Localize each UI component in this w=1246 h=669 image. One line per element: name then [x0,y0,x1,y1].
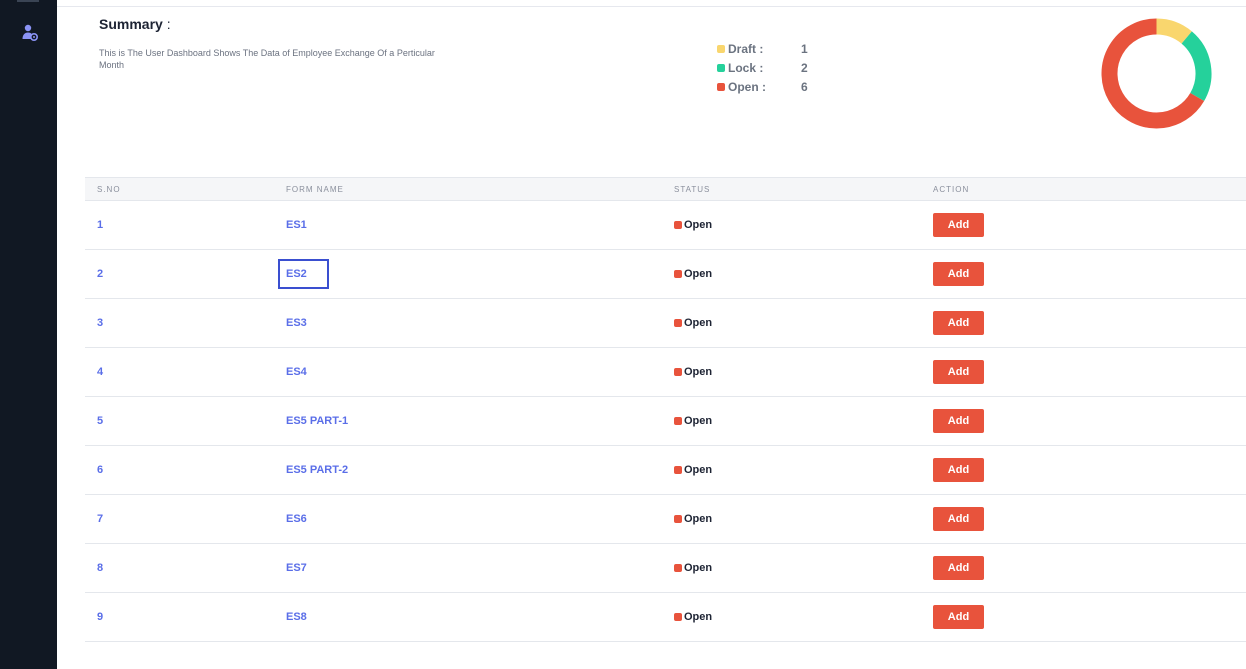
legend-value: 2 [801,60,808,75]
table-row: 9 ES8 Open Add [85,593,1246,642]
legend-item-lock: Lock : 2 [717,58,808,77]
table-row: 8 ES7 Open Add [85,544,1246,593]
form-name-link[interactable]: ES3 [286,317,307,329]
form-name-link[interactable]: ES7 [286,562,307,574]
status-text: Open [684,415,713,427]
add-button[interactable]: Add [933,213,984,237]
summary-description: This is The User Dashboard Shows The Dat… [99,48,435,70]
add-button[interactable]: Add [933,556,984,580]
open-status-icon [674,270,682,278]
open-status-icon [674,466,682,474]
add-button[interactable]: Add [933,507,984,531]
header-sno: S.NO [97,184,121,194]
row-sno: 8 [97,562,104,574]
open-status-icon [674,564,682,572]
open-status-icon [674,613,682,621]
open-status-icon [674,221,682,229]
table-row: 2 ES2 Open Add [85,250,1246,299]
status-badge: Open [674,611,921,623]
legend-value: 1 [801,41,808,56]
status-text: Open [684,464,713,476]
forms-table: S.NO FORM NAME STATUS ACTION 1 ES1 Open Add… [85,177,1246,642]
form-name-link[interactable]: ES5 PART-2 [286,464,348,476]
table-row: 4 ES4 Open Add [85,348,1246,397]
open-dot-icon [717,82,725,91]
lock-dot-icon [717,63,725,72]
row-sno: 3 [97,317,104,329]
open-status-icon [674,368,682,376]
row-sno: 2 [97,268,104,280]
sidebar [0,0,57,669]
legend-value: 6 [801,79,808,94]
add-button[interactable]: Add [933,409,984,433]
summary-title: Summary : [99,16,171,32]
table-row: 3 ES3 Open Add [85,299,1246,348]
form-name-link[interactable]: ES2 [278,259,329,289]
donut-slice-0 [1156,18,1192,44]
add-button[interactable]: Add [933,360,984,384]
draft-dot-icon [717,44,725,53]
row-sno: 1 [97,219,104,231]
summary-title-colon: : [162,16,171,32]
add-button[interactable]: Add [933,311,984,335]
row-sno: 5 [97,415,104,427]
open-status-icon [674,319,682,327]
header-divider [57,6,1246,7]
status-badge: Open [674,513,921,525]
status-donut-chart [1101,18,1212,129]
header-form-name: FORM NAME [286,184,344,194]
legend-label: Open : [728,79,766,94]
status-text: Open [684,562,713,574]
table-row: 6 ES5 PART-2 Open Add [85,446,1246,495]
status-badge: Open [674,415,921,427]
status-text: Open [684,317,713,329]
status-badge: Open [674,317,921,329]
table-body: 1 ES1 Open Add 2 ES2 Open Add 3 ES3 Open Add 4 ES4 Ope… [85,201,1246,642]
status-badge: Open [674,219,921,231]
form-name-link[interactable]: ES6 [286,513,307,525]
status-text: Open [684,219,713,231]
table-row: 7 ES6 Open Add [85,495,1246,544]
status-badge: Open [674,268,921,280]
open-status-icon [674,417,682,425]
donut-slice-1 [1181,31,1212,101]
main-content: Summary : This is The User Dashboard Sho… [57,0,1246,669]
form-name-link[interactable]: ES5 PART-1 [286,415,348,427]
user-settings-icon[interactable] [22,24,38,42]
status-badge: Open [674,366,921,378]
form-name-link[interactable]: ES8 [286,611,307,623]
add-button[interactable]: Add [933,605,984,629]
status-badge: Open [674,464,921,476]
legend-label: Draft : [728,41,764,56]
table-header: S.NO FORM NAME STATUS ACTION [85,177,1246,201]
add-button[interactable]: Add [933,458,984,482]
table-row: 5 ES5 PART-1 Open Add [85,397,1246,446]
status-text: Open [684,611,713,623]
row-sno: 4 [97,366,104,378]
row-sno: 6 [97,464,104,476]
legend-item-draft: Draft : 1 [717,39,808,58]
table-row: 1 ES1 Open Add [85,201,1246,250]
form-name-link[interactable]: ES4 [286,366,307,378]
add-button[interactable]: Add [933,262,984,286]
header-action: ACTION [933,184,970,194]
header-status: STATUS [674,184,711,194]
sidebar-top-divider [17,0,39,2]
status-badge: Open [674,562,921,574]
status-text: Open [684,268,713,280]
legend-label: Lock : [728,60,764,75]
status-legend: Draft : 1 Lock : 2 Open : 6 [717,39,808,96]
form-name-link[interactable]: ES1 [286,219,307,231]
summary-title-text: Summary [99,16,163,32]
status-text: Open [684,366,713,378]
open-status-icon [674,515,682,523]
row-sno: 7 [97,513,104,525]
row-sno: 9 [97,611,104,623]
status-text: Open [684,513,713,525]
legend-item-open: Open : 6 [717,77,808,96]
